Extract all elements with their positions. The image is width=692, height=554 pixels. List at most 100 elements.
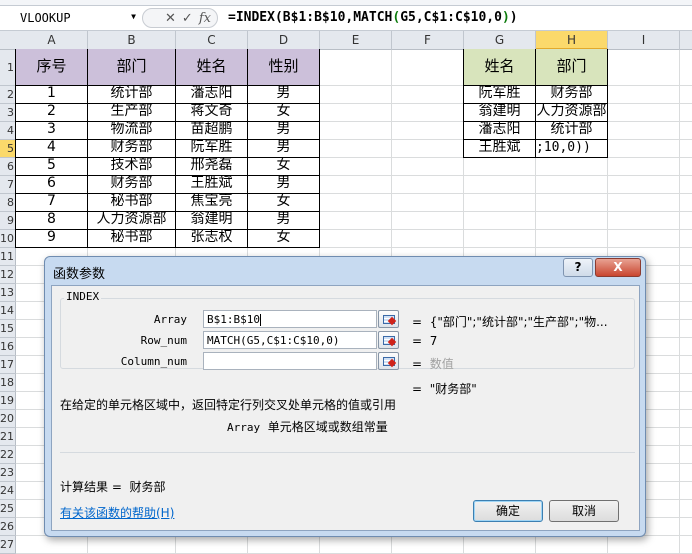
- active-cell[interactable]: ;10,0)): [535, 139, 608, 158]
- column-header-D[interactable]: D: [248, 31, 320, 50]
- table-cell[interactable]: 物流部: [87, 121, 176, 140]
- table-cell[interactable]: 技术部: [87, 157, 176, 176]
- column-header-H[interactable]: H: [536, 31, 608, 50]
- row-header-26[interactable]: 26: [0, 518, 16, 536]
- row-header-5[interactable]: 5: [0, 140, 16, 158]
- table-cell[interactable]: 女: [247, 193, 320, 212]
- table-cell[interactable]: 统计部: [535, 121, 608, 140]
- table-cell[interactable]: 王胜斌: [175, 175, 248, 194]
- header-cell[interactable]: 性别: [247, 49, 320, 86]
- table-cell[interactable]: 人力资源部: [87, 211, 176, 230]
- function-help-link[interactable]: 有关该函数的帮助(H): [60, 504, 174, 521]
- table-cell[interactable]: 4: [15, 139, 88, 158]
- column-header-I[interactable]: I: [608, 31, 680, 50]
- table-cell[interactable]: 财务部: [87, 175, 176, 194]
- table-cell[interactable]: 男: [247, 175, 320, 194]
- row-header-19[interactable]: 19: [0, 392, 16, 410]
- table-cell[interactable]: 7: [15, 193, 88, 212]
- collapse-dialog-button[interactable]: [378, 310, 399, 328]
- row-header-20[interactable]: 20: [0, 410, 16, 428]
- column-header-G[interactable]: G: [464, 31, 536, 50]
- header-cell[interactable]: 序号: [15, 49, 88, 86]
- name-box[interactable]: VLOOKUP ▼: [2, 8, 140, 28]
- row-header-13[interactable]: 13: [0, 284, 16, 302]
- column-header-B[interactable]: B: [88, 31, 176, 50]
- table-cell[interactable]: 财务部: [535, 85, 608, 104]
- table-cell[interactable]: 财务部: [87, 139, 176, 158]
- row-header-14[interactable]: 14: [0, 302, 16, 320]
- table-cell[interactable]: 男: [247, 211, 320, 230]
- table-cell[interactable]: 3: [15, 121, 88, 140]
- table-cell[interactable]: 人力资源部: [535, 103, 608, 122]
- column-header-E[interactable]: E: [320, 31, 392, 50]
- table-cell[interactable]: 潘志阳: [175, 85, 248, 104]
- insert-function-icon[interactable]: fx: [199, 11, 211, 26]
- row-header-24[interactable]: 24: [0, 482, 16, 500]
- header-cell[interactable]: 部门: [87, 49, 176, 86]
- table-cell[interactable]: 女: [247, 229, 320, 248]
- row-header-18[interactable]: 18: [0, 374, 16, 392]
- cancel-button[interactable]: 取消: [549, 500, 619, 522]
- column-header-F[interactable]: F: [392, 31, 464, 50]
- table-cell[interactable]: 翁建明: [463, 103, 536, 122]
- table-cell[interactable]: 6: [15, 175, 88, 194]
- row-header-27[interactable]: 27: [0, 536, 16, 554]
- row-header-23[interactable]: 23: [0, 464, 16, 482]
- table-cell[interactable]: 张志权: [175, 229, 248, 248]
- help-button[interactable]: ?: [563, 258, 593, 277]
- formula-input[interactable]: =INDEX(B$1:B$10,MATCH(G5,C$1:C$10,0)): [228, 10, 518, 25]
- table-cell[interactable]: 男: [247, 121, 320, 140]
- column-header-A[interactable]: A: [16, 31, 88, 50]
- param-input-row_num[interactable]: MATCH(G5,C$1:C$10,0): [203, 331, 377, 349]
- row-header-11[interactable]: 11: [0, 248, 16, 266]
- row-header-21[interactable]: 21: [0, 428, 16, 446]
- table-cell[interactable]: 8: [15, 211, 88, 230]
- table-cell[interactable]: 邢尧磊: [175, 157, 248, 176]
- table-cell[interactable]: 秘书部: [87, 229, 176, 248]
- row-header-3[interactable]: 3: [0, 104, 16, 122]
- row-header-16[interactable]: 16: [0, 338, 16, 356]
- collapse-dialog-button[interactable]: [378, 331, 399, 349]
- row-header-6[interactable]: 6: [0, 158, 16, 176]
- header-cell[interactable]: 部门: [535, 49, 608, 86]
- collapse-dialog-button[interactable]: [378, 352, 399, 370]
- param-input-array[interactable]: B$1:B$10: [203, 310, 377, 328]
- close-button[interactable]: X: [595, 258, 641, 277]
- header-cell[interactable]: 姓名: [463, 49, 536, 86]
- row-header-22[interactable]: 22: [0, 446, 16, 464]
- row-header-12[interactable]: 12: [0, 266, 16, 284]
- table-cell[interactable]: 2: [15, 103, 88, 122]
- row-header-10[interactable]: 10: [0, 230, 16, 248]
- header-cell[interactable]: 姓名: [175, 49, 248, 86]
- row-header-17[interactable]: 17: [0, 356, 16, 374]
- table-cell[interactable]: 5: [15, 157, 88, 176]
- table-cell[interactable]: 阮军胜: [175, 139, 248, 158]
- ok-button[interactable]: 确定: [473, 500, 543, 522]
- row-header-9[interactable]: 9: [0, 212, 16, 230]
- table-cell[interactable]: 苗超鹏: [175, 121, 248, 140]
- table-cell[interactable]: 翁建明: [175, 211, 248, 230]
- row-header-1[interactable]: 1: [0, 50, 16, 86]
- row-header-2[interactable]: 2: [0, 86, 16, 104]
- table-cell[interactable]: 1: [15, 85, 88, 104]
- table-cell[interactable]: 蒋文奇: [175, 103, 248, 122]
- table-cell[interactable]: 男: [247, 139, 320, 158]
- row-header-7[interactable]: 7: [0, 176, 16, 194]
- row-header-15[interactable]: 15: [0, 320, 16, 338]
- row-header-4[interactable]: 4: [0, 122, 16, 140]
- enter-icon[interactable]: ✓: [182, 11, 193, 26]
- table-cell[interactable]: 统计部: [87, 85, 176, 104]
- row-header-8[interactable]: 8: [0, 194, 16, 212]
- chevron-down-icon[interactable]: ▼: [131, 12, 136, 21]
- table-cell[interactable]: 阮军胜: [463, 85, 536, 104]
- column-header-C[interactable]: C: [176, 31, 248, 50]
- table-cell[interactable]: 潘志阳: [463, 121, 536, 140]
- table-cell[interactable]: 焦宝亮: [175, 193, 248, 212]
- row-header-25[interactable]: 25: [0, 500, 16, 518]
- table-cell[interactable]: 男: [247, 85, 320, 104]
- table-cell[interactable]: 女: [247, 157, 320, 176]
- table-cell[interactable]: 秘书部: [87, 193, 176, 212]
- table-cell[interactable]: 王胜斌: [463, 139, 536, 158]
- param-input-column_num[interactable]: [203, 352, 377, 370]
- table-cell[interactable]: 9: [15, 229, 88, 248]
